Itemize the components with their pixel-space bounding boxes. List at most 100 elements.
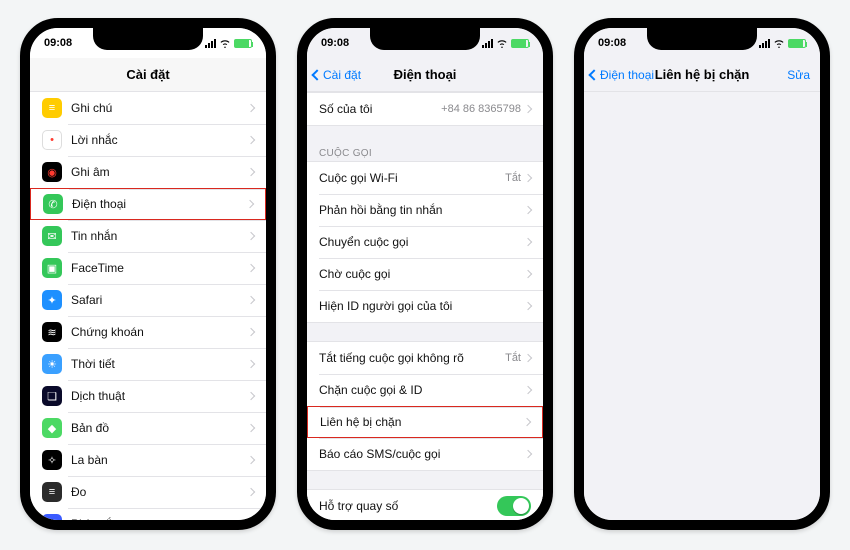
- navbar: Cài đặt Điện thoại: [307, 58, 543, 92]
- signal-icon: [482, 39, 493, 48]
- edit-button[interactable]: Sửa: [787, 58, 810, 91]
- settings-list[interactable]: ≡ Ghi chú • Lời nhắc ◉ Ghi âm ✆ Điện thoại ✉ Tin …: [30, 92, 266, 520]
- row-chuy-n-cu-c-g-i[interactable]: Chuyển cuộc gọi: [307, 226, 543, 258]
- app-icon: ❏: [42, 386, 62, 406]
- status-time: 09:08: [321, 37, 349, 49]
- row-label: Tắt tiếng cuộc gọi không rõ: [319, 351, 505, 365]
- row-cu-c-g-i-wi-fi[interactable]: Cuộc gọi Wi‑FiTắt: [307, 162, 543, 194]
- notch: [370, 28, 480, 50]
- app-icon: ☀: [42, 354, 62, 374]
- app-icon: ✉: [42, 226, 62, 246]
- row-hi-n-id-ng-i-g-i-c-a-t-i[interactable]: Hiện ID người gọi của tôi: [307, 290, 543, 322]
- row-ph-n-h-i-b-ng-tin-nh-n[interactable]: Phản hồi bằng tin nhắn: [307, 194, 543, 226]
- settings-row-thời-tiết[interactable]: ☀ Thời tiết: [30, 348, 266, 380]
- chevron-right-icon: [246, 200, 254, 208]
- chevron-right-icon: [247, 328, 255, 336]
- row-label: La bàn: [71, 453, 248, 467]
- blocked-content[interactable]: [584, 92, 820, 520]
- navbar: Cài đặt: [30, 58, 266, 92]
- back-button[interactable]: Điện thoại: [590, 58, 654, 91]
- settings-row-phím-tắt[interactable]: ◫Phím tắt: [30, 508, 266, 520]
- signal-icon: [759, 39, 770, 48]
- app-icon: ◉: [42, 162, 62, 182]
- row-label: Chứng khoán: [71, 325, 248, 339]
- page-title: Điện thoại: [394, 67, 457, 82]
- chevron-right-icon: [524, 105, 532, 113]
- settings-row-điện-thoại[interactable]: ✆ Điện thoại: [30, 188, 266, 220]
- app-icon: •: [42, 130, 62, 150]
- row-t-t-ti-ng-cu-c-g-i-kh-ng-r-[interactable]: Tắt tiếng cuộc gọi không rõTắt: [307, 342, 543, 374]
- settings-row-facetime[interactable]: ▣FaceTime: [30, 252, 266, 284]
- chevron-right-icon: [524, 450, 532, 458]
- row-label: Số của tôi: [319, 102, 441, 116]
- phone-settings-content[interactable]: Số của tôi+84 86 8365798CUỘC GỌICuộc gọi…: [307, 92, 543, 520]
- row-b-o-c-o-sms-cu-c-g-i[interactable]: Báo cáo SMS/cuộc gọi: [307, 438, 543, 470]
- battery-icon: [234, 39, 252, 48]
- row-label: Ghi âm: [71, 165, 248, 179]
- phone-blocked: 09:08 Điện thoại Liên hệ bị chặn Sửa: [574, 18, 830, 530]
- row-value: Tắt: [505, 172, 521, 184]
- row-label: Phản hồi bằng tin nhắn: [319, 203, 525, 217]
- chevron-right-icon: [247, 168, 255, 176]
- settings-row-la-bàn[interactable]: ✧La bàn: [30, 444, 266, 476]
- row-label: Ghi chú: [71, 101, 248, 115]
- row-dial-assist[interactable]: Hỗ trợ quay số: [307, 490, 543, 520]
- chevron-right-icon: [524, 174, 532, 182]
- row-li-n-h-b-ch-n[interactable]: Liên hệ bị chặn: [307, 406, 543, 438]
- row-label: Tin nhắn: [71, 229, 248, 243]
- back-label: Cài đặt: [323, 68, 361, 82]
- status-indicators: [759, 39, 806, 48]
- phone-phone-settings: 09:08 Cài đặt Điện thoại Số của tôi+84 8…: [297, 18, 553, 530]
- back-button[interactable]: Cài đặt: [313, 58, 361, 91]
- settings-row-lời-nhắc[interactable]: • Lời nhắc: [30, 124, 266, 156]
- row-value: +84 86 8365798: [441, 103, 521, 115]
- chevron-right-icon: [247, 488, 255, 496]
- chevron-right-icon: [524, 386, 532, 394]
- settings-row-chứng-khoán[interactable]: ≋ Chứng khoán: [30, 316, 266, 348]
- chevron-right-icon: [247, 360, 255, 368]
- battery-icon: [788, 39, 806, 48]
- chevron-right-icon: [524, 270, 532, 278]
- row-label: Đo: [71, 485, 248, 499]
- toggle-dial-assist[interactable]: [497, 496, 531, 516]
- row-label: Liên hệ bị chặn: [320, 415, 524, 429]
- row-label: Báo cáo SMS/cuộc gọi: [319, 447, 525, 461]
- settings-row-bản-đồ[interactable]: ◆Bản đồ: [30, 412, 266, 444]
- row-label: Lời nhắc: [71, 133, 248, 147]
- settings-row-ghi-âm[interactable]: ◉ Ghi âm: [30, 156, 266, 188]
- row-label: Chờ cuộc gọi: [319, 267, 525, 281]
- row-label: Hiện ID người gọi của tôi: [319, 299, 525, 313]
- chevron-right-icon: [524, 302, 532, 310]
- notch: [93, 28, 203, 50]
- chevron-right-icon: [247, 136, 255, 144]
- chevron-right-icon: [524, 206, 532, 214]
- status-time: 09:08: [44, 37, 72, 49]
- row-label: Chặn cuộc gọi & ID: [319, 383, 525, 397]
- row-value: Tắt: [505, 352, 521, 364]
- chevron-left-icon: [311, 69, 322, 80]
- row-label: Phím tắt: [71, 517, 248, 520]
- row-label: Chuyển cuộc gọi: [319, 235, 525, 249]
- row-s-c-a-t-i[interactable]: Số của tôi+84 86 8365798: [307, 93, 543, 125]
- status-indicators: [482, 39, 529, 48]
- back-label: Điện thoại: [600, 68, 654, 82]
- settings-row-đo[interactable]: ≡Đo: [30, 476, 266, 508]
- row-label: FaceTime: [71, 261, 248, 275]
- app-icon: ✆: [43, 194, 63, 214]
- settings-row-tin-nhắn[interactable]: ✉ Tin nhắn: [30, 220, 266, 252]
- status-indicators: [205, 39, 252, 48]
- settings-row-dịch-thuật[interactable]: ❏Dịch thuật: [30, 380, 266, 412]
- chevron-right-icon: [247, 232, 255, 240]
- app-icon: ≋: [42, 322, 62, 342]
- page-title: Cài đặt: [126, 67, 169, 82]
- row-label: Safari: [71, 293, 248, 307]
- row-label: Thời tiết: [71, 357, 248, 371]
- chevron-right-icon: [524, 238, 532, 246]
- row-label: Điện thoại: [72, 197, 247, 211]
- settings-row-safari[interactable]: ✦Safari: [30, 284, 266, 316]
- app-icon: ≡: [42, 98, 62, 118]
- row-ch-n-cu-c-g-i-id[interactable]: Chặn cuộc gọi & ID: [307, 374, 543, 406]
- settings-row-ghi-chú[interactable]: ≡ Ghi chú: [30, 92, 266, 124]
- row-ch-cu-c-g-i[interactable]: Chờ cuộc gọi: [307, 258, 543, 290]
- app-icon: ◆: [42, 418, 62, 438]
